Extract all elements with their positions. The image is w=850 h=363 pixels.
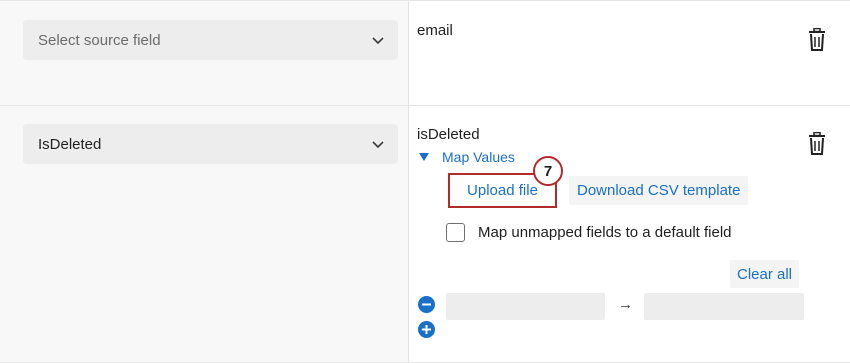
target-field-name: isDeleted: [417, 126, 480, 143]
source-field-select[interactable]: Select source field: [23, 20, 398, 60]
default-field-label: Map unmapped fields to a default field: [478, 224, 732, 241]
target-cell: isDeleted Map Values Upload file 7 Downl…: [409, 106, 850, 362]
map-target-value-input[interactable]: [644, 293, 804, 320]
arrow-right-icon: →: [618, 296, 633, 313]
triangle-down-icon: [419, 153, 429, 161]
step-badge: 7: [533, 156, 563, 186]
target-field-name: email: [417, 22, 453, 39]
source-cell: Select source field: [0, 1, 409, 105]
clear-all-button[interactable]: Clear all: [730, 260, 800, 288]
minus-circle-icon[interactable]: [418, 296, 435, 313]
map-values-toggle[interactable]: Map Values: [419, 149, 515, 165]
download-csv-template-button[interactable]: Download CSV template: [569, 176, 749, 205]
source-field-select[interactable]: IsDeleted: [23, 124, 398, 164]
source-cell: IsDeleted: [0, 106, 409, 362]
source-field-placeholder: Select source field: [38, 31, 161, 49]
map-values-label: Map Values: [442, 149, 515, 165]
chevron-down-icon: [372, 37, 384, 45]
map-source-value-input[interactable]: [446, 293, 605, 320]
default-field-option[interactable]: Map unmapped fields to a default field: [446, 223, 732, 242]
source-field-value: IsDeleted: [38, 135, 102, 153]
target-cell: email: [409, 1, 850, 105]
chevron-down-icon: [372, 141, 384, 149]
trash-icon[interactable]: [806, 132, 828, 156]
mapping-row-email: Select source field email: [0, 0, 850, 106]
trash-icon[interactable]: [806, 28, 828, 52]
plus-circle-icon[interactable]: [418, 321, 435, 338]
mapping-row-isdeleted: IsDeleted isDeleted Map Values Upload fi…: [0, 106, 850, 363]
default-field-checkbox[interactable]: [446, 223, 465, 242]
